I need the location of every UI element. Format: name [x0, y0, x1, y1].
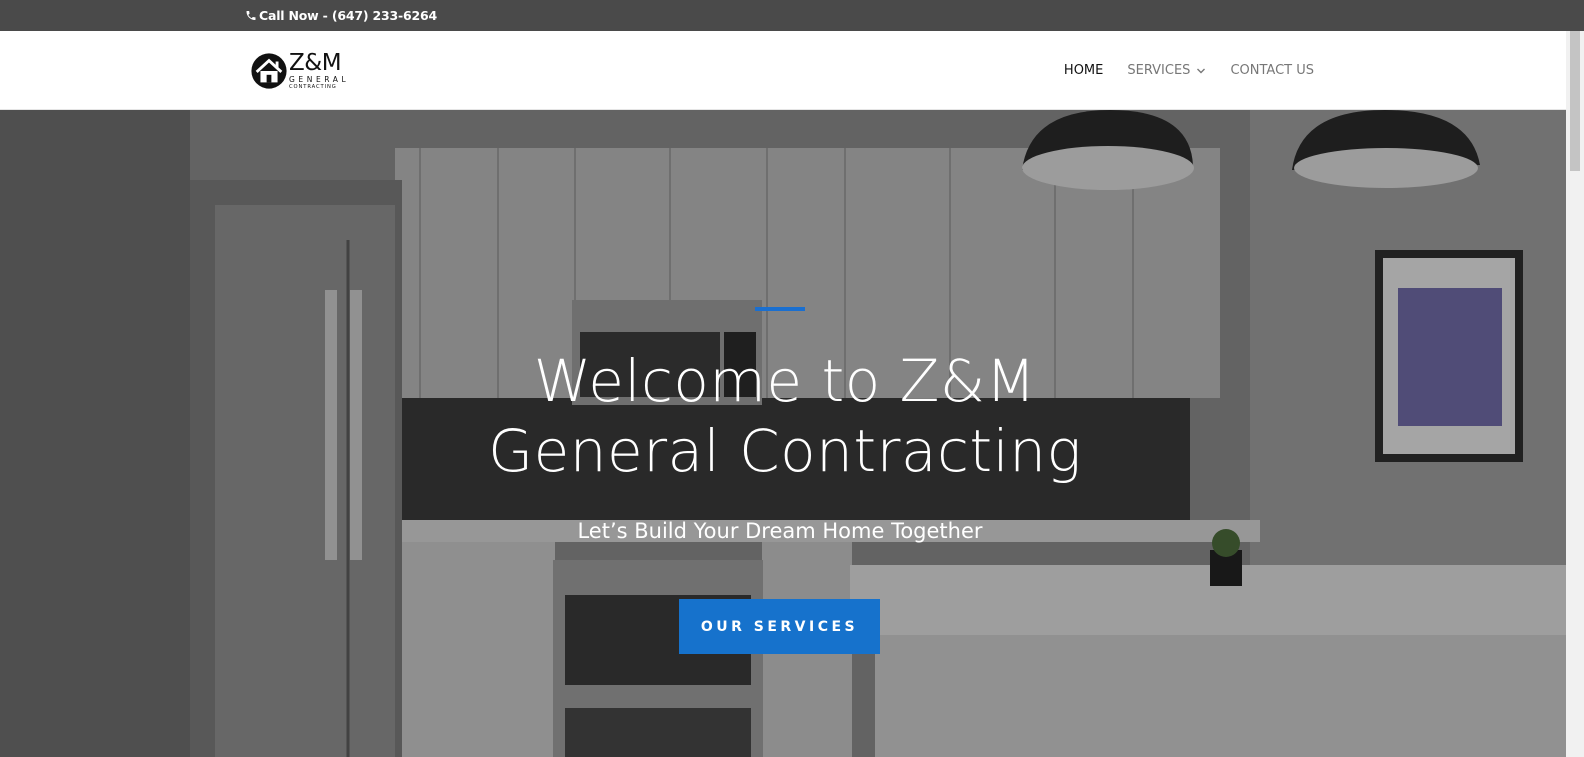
- phone-icon: [246, 11, 256, 20]
- logo-sub-text: GENERAL: [289, 75, 350, 85]
- scrollbar-thumb[interactable]: [1570, 31, 1580, 171]
- our-services-button[interactable]: OUR SERVICES: [679, 599, 880, 654]
- hero-title-line-2: General Contracting: [488, 417, 1082, 485]
- phone-text: Call Now - (647) 233-6264: [259, 8, 437, 23]
- main-nav: HOME SERVICES CONTACT US: [1064, 63, 1314, 78]
- logo-main-text: Z&M: [289, 50, 342, 77]
- hero-accent-divider: [755, 307, 805, 311]
- nav-item-home[interactable]: HOME: [1064, 63, 1103, 78]
- site-header: Z&M GENERAL CONTRACTING HOME SERVICES CO…: [0, 31, 1566, 110]
- hero-section: Welcome to Z&M General Contracting Let’s…: [0, 110, 1566, 757]
- nav-item-services[interactable]: SERVICES: [1127, 63, 1206, 78]
- hero-subtitle: Let’s Build Your Dream Home Together: [577, 519, 983, 543]
- site-logo[interactable]: Z&M GENERAL CONTRACTING: [250, 50, 350, 92]
- hero-title: Welcome to Z&M General Contracting: [400, 346, 1170, 486]
- page-scrollbar[interactable]: [1566, 31, 1584, 757]
- nav-item-contact-us[interactable]: CONTACT US: [1230, 63, 1314, 78]
- hero-title-line-1: Welcome to Z&M: [533, 347, 1037, 415]
- logo-sub-text-2: CONTRACTING: [289, 83, 337, 90]
- logo-wordmark: Z&M GENERAL CONTRACTING: [289, 52, 349, 90]
- call-now-link[interactable]: Call Now - (647) 233-6264: [245, 8, 437, 23]
- chevron-down-icon: [1197, 68, 1206, 73]
- top-bar: Call Now - (647) 233-6264: [0, 0, 1584, 31]
- nav-item-label: SERVICES: [1127, 63, 1191, 78]
- nav-item-label: CONTACT US: [1230, 63, 1314, 78]
- house-logo-icon: [251, 53, 287, 89]
- nav-item-label: HOME: [1063, 63, 1104, 78]
